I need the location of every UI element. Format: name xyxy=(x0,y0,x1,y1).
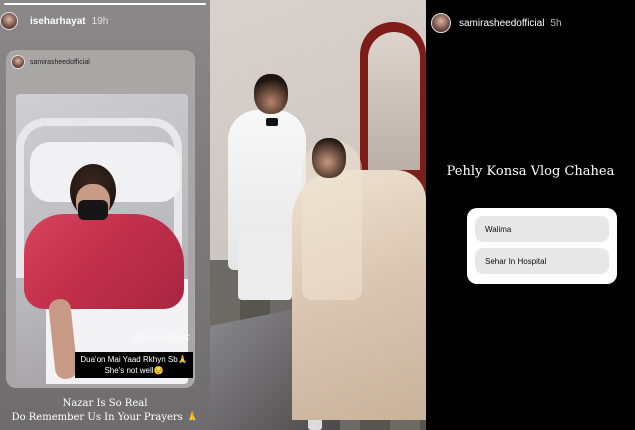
story-username[interactable]: iseharhayat xyxy=(30,16,86,27)
groom-head xyxy=(254,74,288,114)
story-time: 19h xyxy=(91,15,109,27)
story-header: iseharhayat 19h xyxy=(0,8,210,34)
caption-box: Dua'on Mai Yaad Rkhyn Sb🙏 She's not well… xyxy=(75,352,193,378)
avatar[interactable] xyxy=(431,13,451,33)
story-header: samirasheedofficial 5h xyxy=(431,10,635,36)
reshared-story-card[interactable]: samirasheedofficial @iseharhayat Dua'on … xyxy=(6,50,195,388)
story-progress-bar xyxy=(4,3,206,5)
caption-line-2: She's not well😔 xyxy=(104,366,164,375)
mirror xyxy=(360,22,426,192)
mirror-glass xyxy=(368,32,420,182)
story-username[interactable]: samirasheedofficial xyxy=(459,18,544,29)
left-story-panel: iseharhayat 19h samirasheedofficial @ise… xyxy=(0,0,210,430)
face-mask xyxy=(78,200,108,220)
poll-sticker: Walima Sehar In Hospital xyxy=(467,208,617,284)
poll-option-sehar-in-hospital[interactable]: Sehar In Hospital xyxy=(475,248,609,274)
avatar[interactable] xyxy=(0,12,18,30)
poll-option-walima[interactable]: Walima xyxy=(475,216,609,242)
handle-overlay: @iseharhayat xyxy=(134,333,190,342)
footer-line-1: Nazar Is So Real xyxy=(62,398,148,409)
bride-head xyxy=(312,138,346,178)
caption-line-1: Dua'on Mai Yaad Rkhyn Sb🙏 xyxy=(80,355,188,364)
wedding-photo xyxy=(210,0,426,430)
groom-bowtie xyxy=(266,118,278,126)
groom-trousers xyxy=(238,230,292,300)
reshared-avatar xyxy=(11,55,25,69)
poll-question: Pehly Konsa Vlog Chahea xyxy=(446,164,615,179)
footer-line-2: Do Remember Us In Your Prayers 🙏 xyxy=(11,412,199,423)
pink-shawl xyxy=(24,214,184,309)
reshared-story-header: samirasheedofficial xyxy=(11,55,90,69)
right-story-panel: samirasheedofficial 5h Pehly Konsa Vlog … xyxy=(426,0,635,430)
story-progress-fill xyxy=(4,3,206,5)
reshared-username: samirasheedofficial xyxy=(30,58,90,66)
story-time: 5h xyxy=(550,17,562,29)
